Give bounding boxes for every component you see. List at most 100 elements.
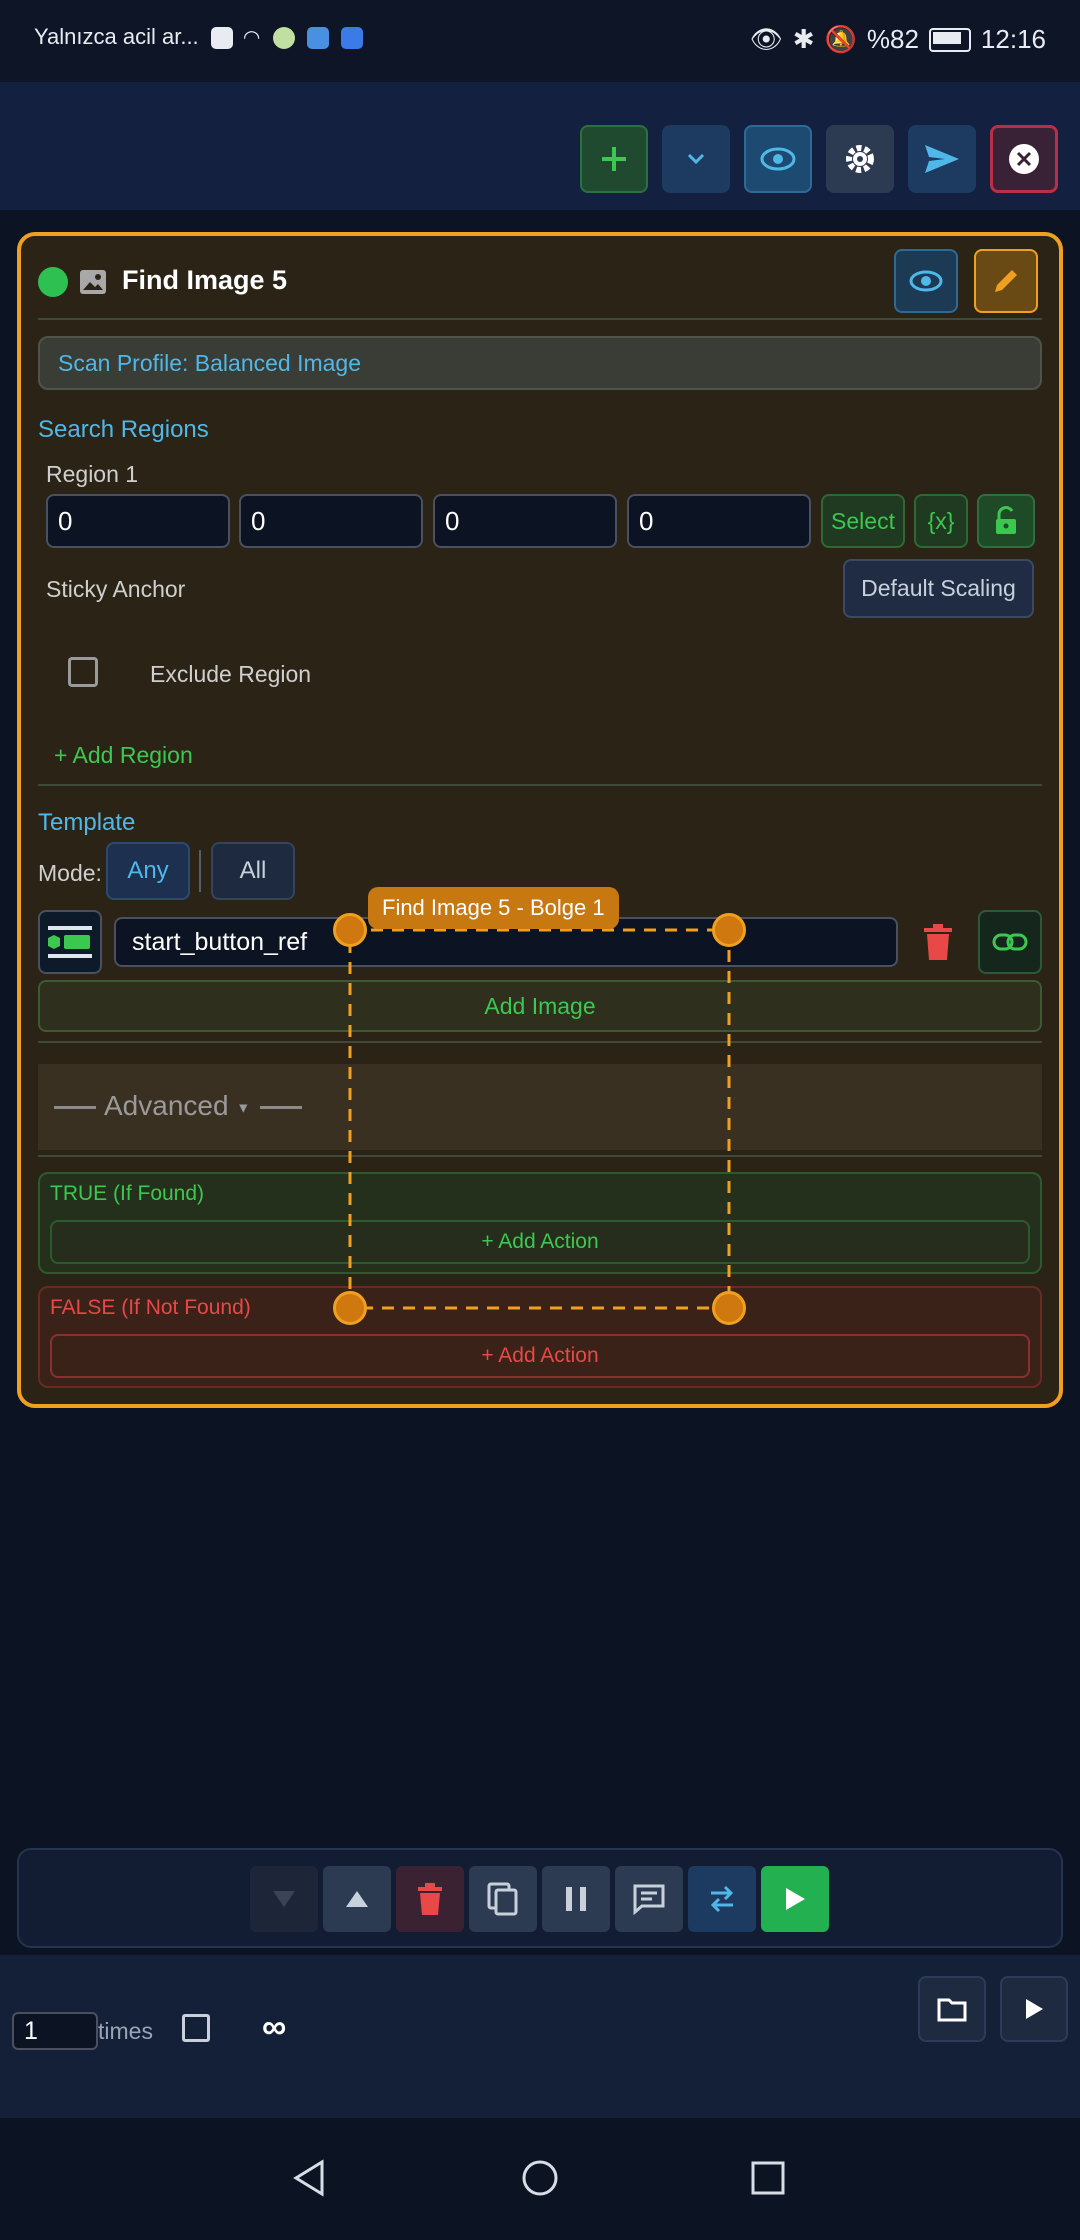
mode-all-button[interactable]: All — [211, 842, 295, 900]
delete-button[interactable] — [396, 1866, 464, 1932]
shield-notification-icon — [340, 27, 363, 50]
select-region-button[interactable]: Select — [821, 494, 905, 548]
comment-button[interactable] — [615, 1866, 683, 1932]
triangle-up-icon — [346, 1891, 368, 1907]
add-button[interactable] — [580, 125, 648, 193]
battery-percent: %82 — [866, 24, 919, 54]
region-width-input[interactable]: 0 — [433, 494, 617, 548]
advanced-section[interactable]: Advanced ▼ — [38, 1064, 1042, 1150]
wifi-icon: ◠ — [242, 27, 261, 49]
false-label: FALSE (If Not Found) — [50, 1296, 251, 1319]
repeat-checkbox[interactable] — [182, 2014, 210, 2042]
run-button[interactable] — [761, 1866, 829, 1932]
true-label: TRUE (If Found) — [50, 1182, 205, 1205]
exclude-region-checkbox[interactable] — [68, 657, 98, 687]
true-add-action-button[interactable]: + Add Action — [50, 1220, 1030, 1264]
move-up-button[interactable] — [323, 1866, 391, 1932]
false-add-action-button[interactable]: + Add Action — [50, 1334, 1030, 1378]
card-title: Find Image 5 — [122, 265, 288, 295]
trash-icon — [418, 1883, 442, 1915]
clock: 12:16 — [980, 24, 1046, 54]
comment-icon — [633, 1884, 665, 1915]
template-heading: Template — [38, 809, 136, 836]
home-circle-icon — [522, 2160, 558, 2196]
mute-icon: 🔕 — [824, 24, 857, 54]
caret-down-icon: ▼ — [236, 1099, 251, 1116]
template-thumbnail[interactable] — [38, 910, 102, 974]
send-icon — [925, 145, 959, 173]
pause-icon — [566, 1887, 586, 1911]
nav-recents-button[interactable] — [748, 2158, 788, 2203]
advanced-line-right — [260, 1106, 302, 1109]
footer-play-button[interactable] — [1000, 1976, 1068, 2042]
advanced-toggle[interactable]: Advanced ▼ — [104, 1090, 250, 1122]
eye-status-icon: 👁 — [749, 24, 783, 54]
default-scaling-button[interactable]: Default Scaling — [843, 559, 1034, 618]
copy-button[interactable] — [469, 1866, 537, 1932]
link-button[interactable] — [978, 910, 1042, 974]
plus-icon — [602, 147, 626, 171]
play-icon — [1026, 1999, 1043, 2019]
status-dot — [38, 267, 68, 297]
close-button[interactable] — [990, 125, 1058, 193]
infinity-toggle[interactable]: ∞ — [262, 2008, 286, 2047]
link-icon — [992, 933, 1028, 951]
recents-square-icon — [751, 2161, 785, 2195]
gear-icon — [846, 145, 874, 173]
region-handle-top-left[interactable] — [333, 913, 367, 947]
open-folder-button[interactable] — [918, 1976, 986, 2042]
region-tag: Find Image 5 - Bolge 1 — [368, 887, 619, 929]
times-label: times — [98, 2018, 153, 2044]
card-preview-button[interactable] — [894, 249, 958, 313]
play-icon — [786, 1888, 805, 1910]
add-image-button[interactable]: Add Image — [38, 980, 1042, 1032]
region-y-input[interactable]: 0 — [239, 494, 423, 548]
region-handle-top-right[interactable] — [712, 913, 746, 947]
mode-label: Mode: — [38, 860, 102, 886]
preview-button[interactable] — [744, 125, 812, 193]
unlock-icon — [996, 506, 1016, 534]
settings-button[interactable] — [826, 125, 894, 193]
alert-icon — [210, 27, 233, 50]
region-x-input[interactable]: 0 — [46, 494, 230, 548]
add-region-link[interactable]: + Add Region — [54, 742, 193, 769]
bluetooth-icon: ✱ — [792, 24, 815, 54]
region-handle-bottom-left[interactable] — [333, 1291, 367, 1325]
bottom-action-bar — [17, 1848, 1063, 1948]
search-regions-heading: Search Regions — [38, 416, 209, 443]
region-label: Region 1 — [46, 461, 139, 487]
exclude-region-label: Exclude Region — [150, 661, 312, 687]
dropdown-button[interactable] — [662, 125, 730, 193]
pause-button[interactable] — [542, 1866, 610, 1932]
back-triangle-icon — [293, 2159, 324, 2197]
repeat-count-input[interactable]: 1 — [12, 2012, 98, 2050]
nav-home-button[interactable] — [520, 2158, 560, 2203]
mode-any-button[interactable]: Any — [106, 842, 190, 900]
region-height-input[interactable]: 0 — [627, 494, 811, 548]
card-edit-button[interactable] — [974, 249, 1038, 313]
mode-separator — [199, 850, 201, 892]
status-bar: Yalnızca acil ar... ◠ 👁 ✱ 🔕 %82 12:16 — [0, 0, 1080, 82]
delete-template-button[interactable] — [920, 920, 956, 964]
region-handle-bottom-right[interactable] — [712, 1291, 746, 1325]
advanced-label: Advanced — [104, 1090, 229, 1121]
swap-button[interactable] — [688, 1866, 756, 1932]
scan-profile-text: Scan Profile: Balanced Image — [58, 349, 362, 376]
header-divider — [38, 318, 1042, 320]
variable-button[interactable]: {x} — [914, 494, 968, 548]
advanced-line-left — [54, 1106, 96, 1109]
battery-saver-icon — [306, 27, 329, 50]
image-icon — [80, 270, 106, 294]
chevron-down-icon — [687, 153, 705, 165]
regions-divider — [38, 784, 1042, 786]
lock-button[interactable] — [977, 494, 1035, 548]
status-right: 👁 ✱ 🔕 %82 12:16 — [750, 24, 1046, 55]
eye-icon — [760, 147, 796, 171]
move-down-button[interactable] — [250, 1866, 318, 1932]
pencil-icon — [995, 270, 1017, 292]
carrier-text: Yalnızca acil ar... ◠ — [34, 24, 363, 50]
nav-back-button[interactable] — [290, 2158, 330, 2203]
battery-icon — [928, 27, 971, 52]
send-button[interactable] — [908, 125, 976, 193]
scan-profile-field[interactable]: Scan Profile: Balanced Image — [38, 336, 1042, 390]
